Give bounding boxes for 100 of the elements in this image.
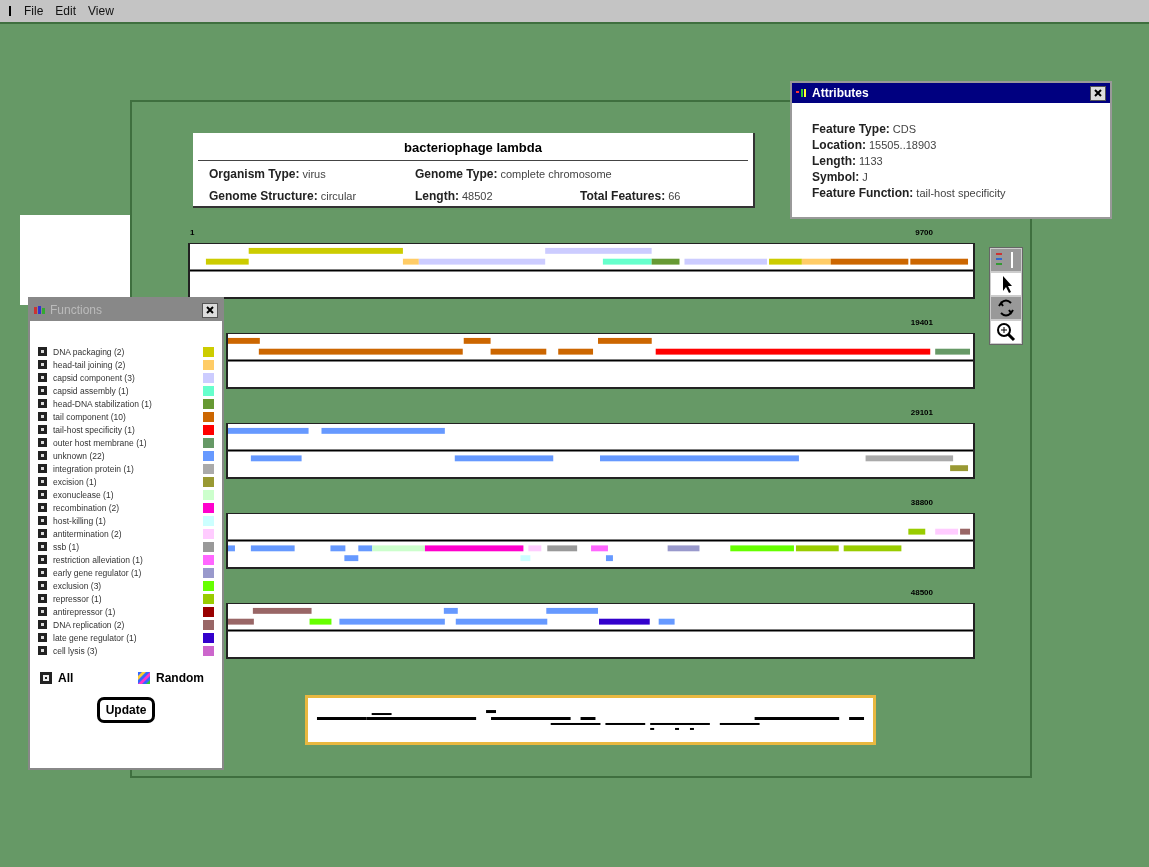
window-title: Attributes: [812, 86, 870, 100]
menu-item[interactable]: Edit: [55, 4, 77, 18]
color-swatch[interactable]: [203, 437, 214, 448]
function-label: tail-host specificity (1): [53, 424, 136, 435]
feature-bar[interactable]: [599, 618, 650, 625]
field-value: complete chromosome: [500, 168, 612, 180]
feature-bar[interactable]: [655, 348, 931, 355]
feature-bar[interactable]: [830, 258, 909, 265]
track-start-label: 1: [190, 228, 195, 237]
color-swatch[interactable]: [203, 502, 214, 513]
attribute-label: Length:: [812, 154, 856, 168]
close-button[interactable]: [202, 302, 218, 318]
feature-bar[interactable]: [228, 427, 309, 434]
field-value: 48502: [462, 190, 493, 202]
color-swatch[interactable]: [203, 632, 214, 643]
feature-bar[interactable]: [950, 465, 969, 472]
feature-bar[interactable]: [960, 528, 970, 535]
palette-grip-icon: [991, 249, 1021, 271]
feature-bar[interactable]: [321, 427, 445, 434]
track-end-label: 29101: [910, 408, 933, 417]
feature-bar[interactable]: [228, 337, 260, 344]
feature-bar[interactable]: [258, 348, 463, 355]
color-swatch[interactable]: [203, 554, 214, 565]
attribute-label: Location:: [812, 138, 866, 152]
feature-bar[interactable]: [252, 607, 312, 614]
color-swatch[interactable]: [203, 515, 214, 526]
color-swatch[interactable]: [203, 398, 214, 409]
feature-bar[interactable]: [490, 348, 547, 355]
function-label: antitermination (2): [53, 528, 123, 539]
function-label: head-tail joining (2): [53, 359, 127, 370]
function-label: capsid assembly (1): [53, 385, 130, 396]
track-end-label: 38800: [910, 498, 933, 507]
attribute-value: 1133: [859, 155, 883, 167]
color-swatch[interactable]: [203, 359, 214, 370]
color-swatch[interactable]: [203, 593, 214, 604]
color-swatch[interactable]: [203, 580, 214, 591]
function-label: cell lysis (3): [53, 645, 99, 656]
field-label: Organism Type:: [209, 167, 300, 181]
feature-bar[interactable]: [651, 258, 680, 265]
random-colors-icon[interactable]: [138, 672, 150, 684]
color-swatch[interactable]: [203, 372, 214, 383]
color-swatch[interactable]: [203, 528, 214, 539]
function-label: unknown (22): [53, 450, 106, 461]
function-label: outer host membrane (1): [53, 437, 148, 448]
function-label: repressor (1): [53, 593, 103, 604]
color-swatch[interactable]: [203, 450, 214, 461]
feature-bar[interactable]: [558, 348, 594, 355]
color-swatch[interactable]: [203, 489, 214, 500]
attribute-label: Feature Type:: [812, 122, 890, 136]
color-swatch[interactable]: [203, 645, 214, 656]
random-label[interactable]: Random: [156, 671, 204, 685]
feature-bar[interactable]: [910, 258, 969, 265]
hand-tool-icon[interactable]: [991, 297, 1021, 319]
attribute-value: 15505..18903: [869, 139, 937, 151]
color-swatch[interactable]: [203, 346, 214, 357]
function-label: excision (1): [53, 476, 98, 487]
function-label: recombination (2): [53, 502, 121, 513]
attribute-label: Symbol:: [812, 170, 860, 184]
feature-bar[interactable]: [547, 545, 578, 552]
feature-bar[interactable]: [546, 607, 598, 614]
color-swatch[interactable]: [203, 424, 214, 435]
field-value: 66: [668, 190, 681, 202]
color-swatch[interactable]: [203, 463, 214, 474]
feature-bar[interactable]: [250, 545, 295, 552]
attribute-value: J: [862, 171, 868, 183]
feature-bar[interactable]: [358, 545, 373, 552]
all-label[interactable]: All: [58, 671, 74, 685]
color-swatch[interactable]: [203, 567, 214, 578]
function-label: head-DNA stabilization (1): [53, 398, 153, 409]
function-label: antirepressor (1): [53, 606, 117, 617]
track-end-label: 48500: [910, 588, 933, 597]
function-label: tail component (10): [53, 411, 127, 422]
track-end-label: 9700: [915, 228, 933, 237]
field-label: Total Features:: [580, 189, 666, 203]
pointer-tool-icon[interactable]: [991, 273, 1021, 295]
system-menu-icon[interactable]: [8, 5, 12, 17]
feature-bar[interactable]: [228, 618, 254, 625]
color-swatch[interactable]: [203, 476, 214, 487]
color-swatch[interactable]: [203, 541, 214, 552]
color-swatch[interactable]: [203, 619, 214, 630]
feature-bar[interactable]: [598, 337, 652, 344]
function-label: early gene regulator (1): [53, 567, 143, 578]
feature-bar[interactable]: [443, 607, 458, 614]
feature-bar[interactable]: [935, 348, 970, 355]
update-button[interactable]: Update: [96, 697, 156, 723]
menu-item[interactable]: File: [24, 4, 44, 18]
function-label: integration protein (1): [53, 463, 135, 474]
field-label: Genome Type:: [415, 167, 498, 181]
function-label: exonuclease (1): [53, 489, 115, 500]
close-button[interactable]: [1090, 85, 1106, 101]
color-swatch[interactable]: [203, 385, 214, 396]
all-toggle-icon[interactable]: [40, 672, 52, 684]
color-swatch[interactable]: [203, 411, 214, 422]
field-label: Length:: [415, 189, 459, 203]
feature-bar[interactable]: [605, 555, 613, 562]
feature-bar[interactable]: [463, 337, 491, 344]
zoom-tool-icon[interactable]: [991, 321, 1021, 343]
color-swatch[interactable]: [203, 606, 214, 617]
menu-item[interactable]: View: [88, 4, 114, 18]
feature-bar[interactable]: [344, 555, 359, 562]
